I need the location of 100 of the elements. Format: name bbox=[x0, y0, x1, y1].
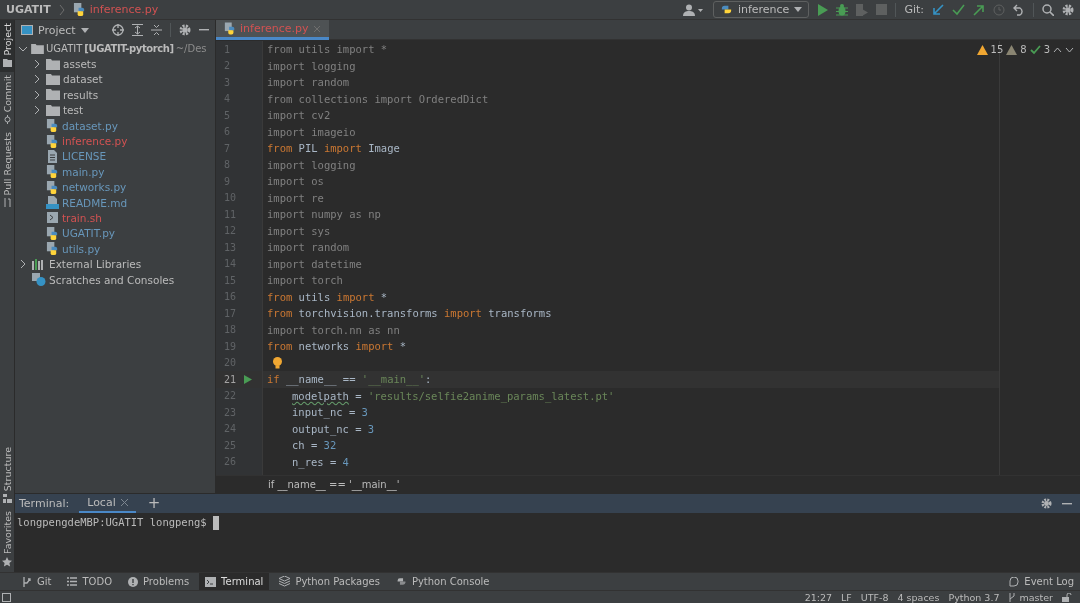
code-line: import random bbox=[267, 76, 350, 89]
tree-item[interactable]: External Libraries bbox=[49, 258, 142, 271]
tool-window-tab[interactable]: Python Packages bbox=[273, 573, 386, 590]
warning-count[interactable]: 15 bbox=[990, 44, 1004, 55]
rollback-icon[interactable] bbox=[1013, 3, 1025, 16]
code-line: import logging bbox=[267, 158, 356, 171]
run-icon[interactable] bbox=[244, 374, 252, 384]
pull-request-icon bbox=[2, 198, 12, 208]
check-icon[interactable] bbox=[1029, 44, 1041, 55]
tool-window-button[interactable]: Pull Requests bbox=[0, 128, 14, 213]
tree-item[interactable]: README.md bbox=[62, 196, 128, 209]
tool-window-tab[interactable]: Terminal bbox=[199, 573, 270, 590]
project-breadcrumb[interactable]: UGATIT bbox=[6, 3, 51, 16]
tool-window-tab[interactable]: Python Console bbox=[389, 573, 496, 590]
code-line: input_nc = 3 bbox=[292, 406, 368, 419]
typo-count[interactable]: 3 bbox=[1043, 44, 1050, 55]
user-icon[interactable] bbox=[682, 3, 705, 16]
code-line: import imageio bbox=[267, 125, 356, 138]
tool-window-tab[interactable]: Git bbox=[16, 573, 58, 590]
minimize-icon[interactable] bbox=[1062, 502, 1072, 505]
text-cursor bbox=[212, 516, 219, 530]
chevron-icon bbox=[58, 3, 65, 16]
interpreter-selector[interactable]: Python 3.7 bbox=[948, 591, 1000, 603]
settings-icon[interactable] bbox=[1062, 3, 1074, 16]
bug-icon[interactable] bbox=[836, 3, 849, 16]
tree-item[interactable]: Scratches and Consoles bbox=[49, 273, 175, 286]
code-breadcrumb[interactable]: if __name__ == '__main__' bbox=[268, 479, 400, 490]
event-log-tab[interactable]: Event Log bbox=[1003, 573, 1080, 590]
project-view-selector[interactable]: Project bbox=[21, 23, 89, 37]
tool-window-button[interactable]: Favorites bbox=[0, 508, 14, 572]
folder-icon bbox=[46, 73, 60, 85]
code-line: import numpy as np bbox=[267, 208, 381, 221]
caret-icon bbox=[80, 27, 89, 33]
tool-window-button[interactable]: Structure bbox=[0, 443, 14, 509]
code-line: import logging bbox=[267, 59, 356, 72]
lightbulb-icon[interactable] bbox=[273, 356, 282, 369]
branch-icon bbox=[22, 576, 32, 587]
collapse-all-icon[interactable] bbox=[151, 24, 162, 36]
tool-window-button[interactable]: Commit bbox=[0, 71, 14, 129]
settings-icon[interactable] bbox=[1041, 498, 1052, 509]
code-line: import random bbox=[267, 241, 350, 254]
project-name[interactable]: UGATIT bbox=[46, 43, 83, 55]
run-icon[interactable] bbox=[817, 3, 829, 16]
tree-item[interactable]: assets bbox=[63, 58, 97, 71]
code-line: import torch bbox=[267, 274, 343, 287]
indent-setting[interactable]: 4 spaces bbox=[897, 591, 940, 603]
warning-icon[interactable] bbox=[976, 44, 988, 55]
code-line: ch = 32 bbox=[292, 439, 337, 452]
line-separator[interactable]: LF bbox=[841, 591, 852, 603]
previous-icon[interactable] bbox=[1053, 46, 1062, 53]
python-file-icon bbox=[46, 226, 59, 240]
python-file-icon bbox=[224, 22, 236, 35]
new-tab-button[interactable]: + bbox=[145, 496, 163, 511]
python-file-icon bbox=[46, 165, 59, 179]
commit-check-icon[interactable] bbox=[952, 3, 965, 16]
file-encoding[interactable]: UTF-8 bbox=[860, 591, 889, 603]
tool-window-tab[interactable]: TODO bbox=[61, 573, 118, 590]
caret-position[interactable]: 21:27 bbox=[804, 591, 833, 603]
code-line: from networks import * bbox=[267, 340, 407, 353]
text-file-icon bbox=[46, 149, 59, 163]
code-line: from utils import * bbox=[267, 290, 388, 303]
tree-item[interactable]: results bbox=[63, 88, 99, 101]
toggle-panels-icon[interactable] bbox=[2, 592, 11, 602]
tree-item[interactable]: networks.py bbox=[62, 181, 127, 194]
tree-item[interactable]: main.py bbox=[62, 165, 105, 178]
markdown-file-icon bbox=[46, 196, 59, 210]
run-configuration-dropdown[interactable]: inference bbox=[712, 1, 810, 18]
code-line: modelpath = 'results/selfie2anime_params_latest.pt' bbox=[292, 389, 615, 402]
python-file-icon bbox=[46, 242, 59, 256]
module-name: [UGATIT-pytorch] bbox=[84, 43, 174, 55]
code-line: from collections import OrderedDict bbox=[267, 92, 489, 105]
push-arrow-icon[interactable] bbox=[973, 3, 985, 16]
git-branch[interactable]: master bbox=[1019, 591, 1053, 603]
close-icon[interactable] bbox=[120, 498, 128, 506]
exclamation-icon bbox=[128, 576, 138, 587]
tree-item[interactable]: test bbox=[63, 104, 84, 117]
tree-item[interactable]: LICENSE bbox=[62, 150, 107, 163]
scratch-icon bbox=[32, 273, 46, 287]
next-icon[interactable] bbox=[1065, 46, 1074, 53]
tree-item[interactable]: dataset.py bbox=[62, 119, 118, 132]
expand-all-icon[interactable] bbox=[132, 24, 143, 36]
code-line: import datetime bbox=[267, 257, 362, 270]
update-arrow-icon[interactable] bbox=[932, 3, 944, 16]
folder-icon bbox=[31, 43, 44, 54]
tool-window-tab[interactable]: Problems bbox=[122, 573, 196, 590]
locate-icon[interactable] bbox=[112, 24, 124, 36]
line-number: 21 bbox=[224, 373, 236, 385]
folder-icon bbox=[2, 58, 12, 67]
search-icon[interactable] bbox=[1042, 3, 1054, 16]
tool-window-button[interactable]: Project bbox=[0, 20, 14, 72]
project-path: ~/Des bbox=[175, 43, 207, 55]
weak-warning-icon[interactable] bbox=[1006, 44, 1018, 55]
code-line: if __name__ == '__main__': bbox=[267, 373, 432, 386]
tree-item[interactable]: dataset bbox=[63, 73, 103, 86]
settings-icon[interactable] bbox=[179, 24, 191, 36]
lock-icon[interactable] bbox=[1062, 592, 1072, 602]
tree-item[interactable]: utils.py bbox=[62, 242, 101, 255]
weak-warning-count[interactable]: 8 bbox=[1020, 44, 1027, 55]
code-line: import sys bbox=[267, 224, 331, 237]
tree-item[interactable]: UGATIT.py bbox=[62, 227, 116, 240]
